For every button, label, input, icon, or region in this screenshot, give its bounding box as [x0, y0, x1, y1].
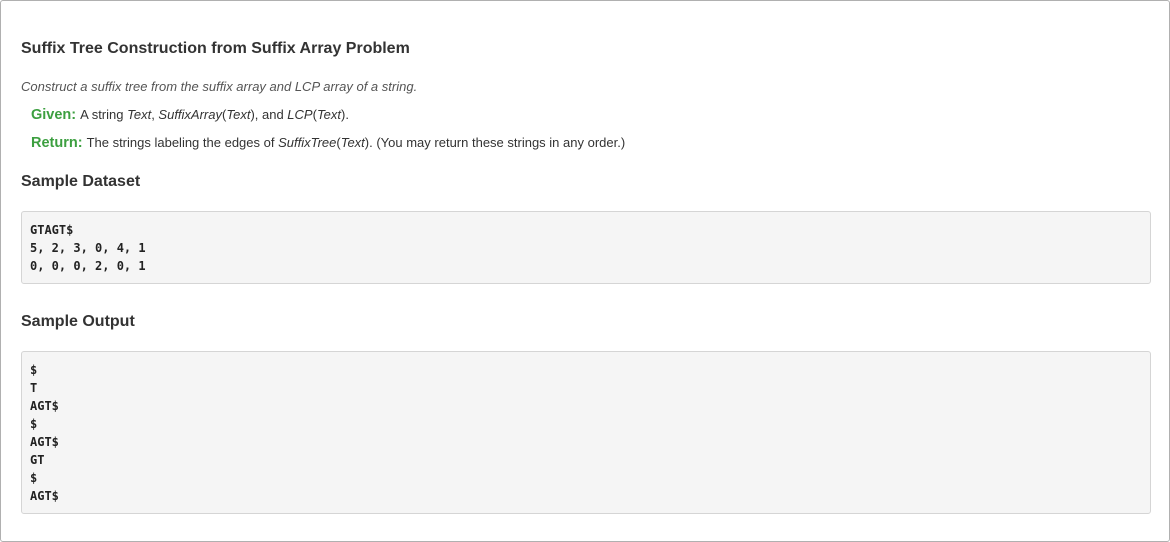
- dataset-line: 5, 2, 3, 0, 4, 1: [30, 241, 146, 255]
- given-text-var: Text: [127, 107, 152, 122]
- return-label: Return:: [31, 135, 83, 151]
- given-statement: Given: A string Text, SuffixArray(Text), …: [31, 106, 349, 124]
- problem-description: Construct a suffix tree from the suffix …: [21, 79, 418, 94]
- problem-title: Suffix Tree Construction from Suffix Arr…: [21, 40, 410, 57]
- output-line: AGT$: [30, 399, 59, 413]
- given-text-1: A string: [80, 107, 128, 122]
- given-text-var-2: Text: [226, 107, 251, 122]
- output-line: GT: [30, 453, 45, 467]
- given-text-var-3: Text: [316, 107, 342, 122]
- return-text-var: Text: [340, 135, 365, 150]
- given-text-3: ), and: [250, 107, 288, 122]
- output-line: $: [30, 417, 38, 431]
- output-line: T: [30, 381, 38, 395]
- sample-dataset-heading: Sample Dataset: [21, 173, 141, 190]
- problem-panel: Suffix Tree Construction from Suffix Arr…: [0, 0, 1170, 542]
- dataset-line: GTAGT$: [30, 223, 74, 237]
- output-line: $: [30, 471, 38, 485]
- return-suffix-tree: SuffixTree: [278, 135, 337, 150]
- given-suffix-array: SuffixArray: [158, 107, 222, 122]
- given-lcp: LCP: [287, 107, 313, 122]
- return-text-1: The strings labeling the edges of: [86, 135, 279, 150]
- output-line: $: [30, 363, 38, 377]
- given-text-end: ).: [341, 107, 349, 122]
- given-label: Given:: [31, 107, 77, 123]
- return-text-end: ). (You may return these strings in any …: [364, 135, 626, 150]
- sample-output-code[interactable]: $ T AGT$ $ AGT$ GT $ AGT$: [21, 351, 1151, 514]
- return-statement: Return: The strings labeling the edges of…: [31, 134, 625, 152]
- sample-dataset-code[interactable]: GTAGT$ 5, 2, 3, 0, 4, 1 0, 0, 0, 2, 0, 1: [21, 211, 1151, 284]
- sample-output-heading: Sample Output: [21, 313, 135, 330]
- output-line: AGT$: [30, 435, 59, 449]
- dataset-line: 0, 0, 0, 2, 0, 1: [30, 259, 146, 273]
- output-line: AGT$: [30, 489, 59, 503]
